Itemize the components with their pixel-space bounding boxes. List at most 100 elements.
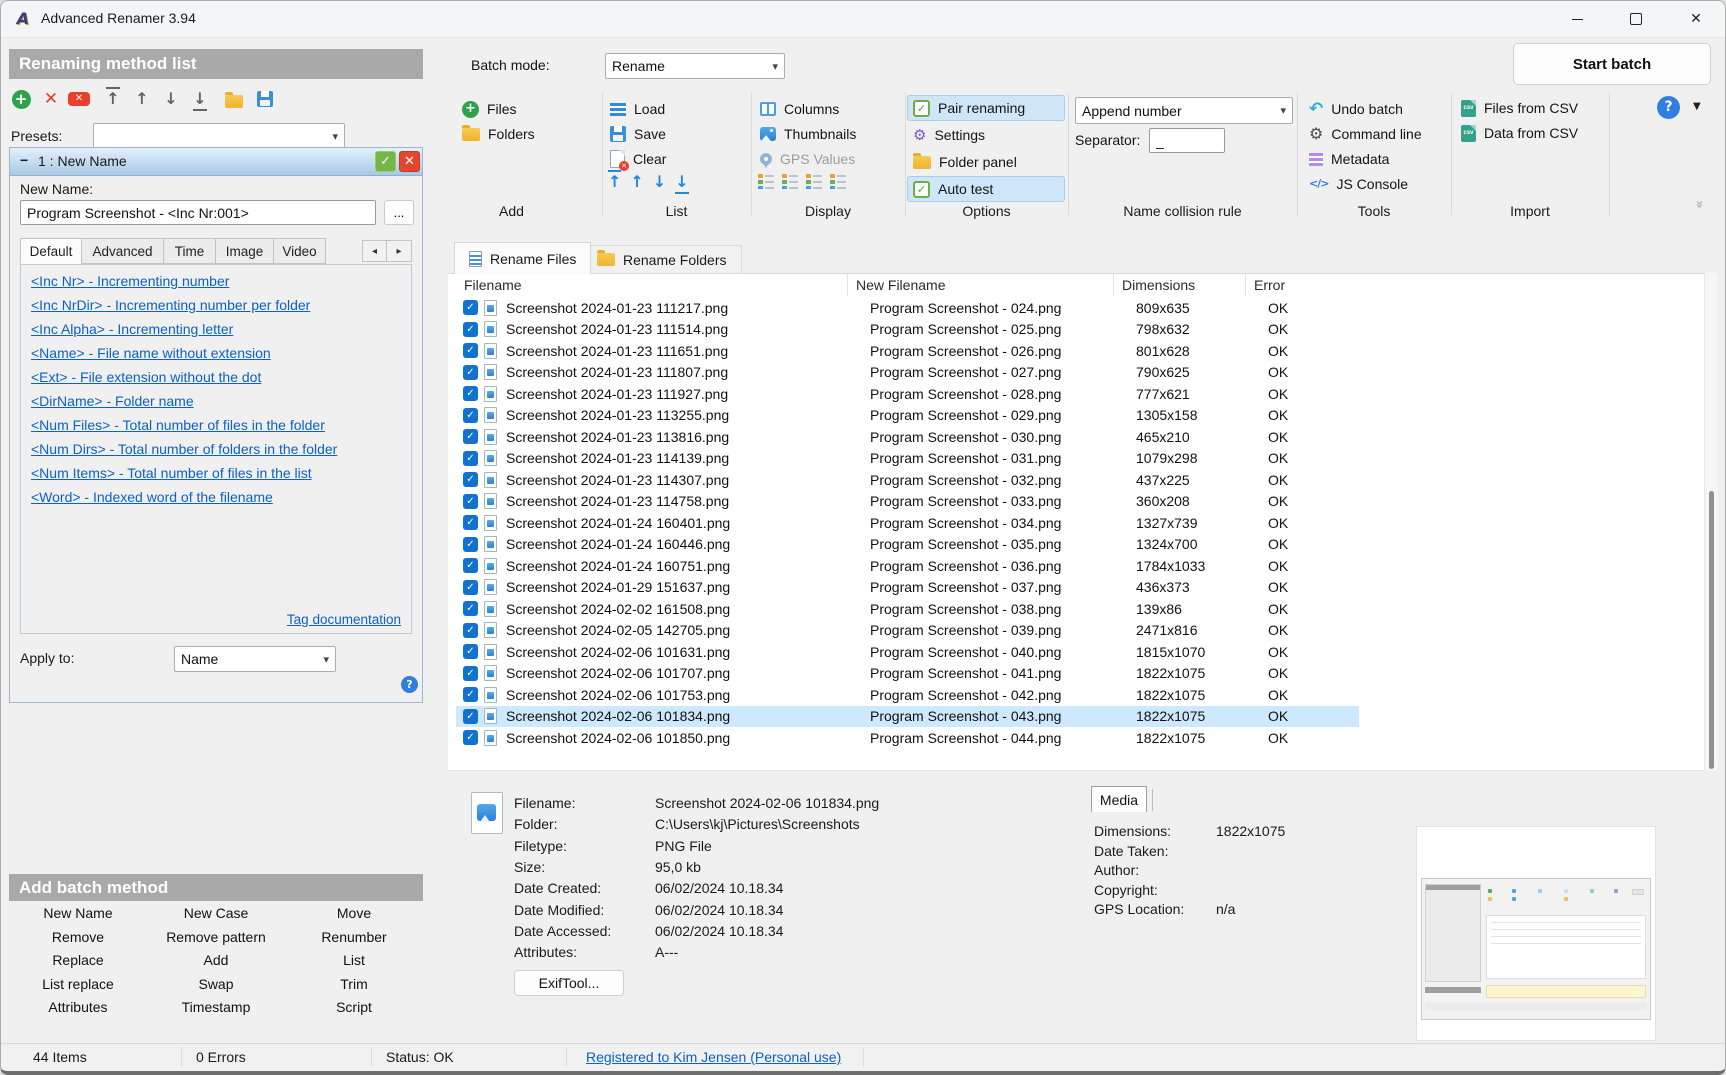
row-checkbox[interactable]: ✓ [463, 300, 478, 315]
batch-method-item[interactable]: Move [285, 903, 423, 927]
data-from-csv-button[interactable]: csvData from CSV [1461, 122, 1578, 144]
row-checkbox[interactable]: ✓ [463, 623, 478, 638]
add-method-button[interactable]: + [9, 87, 33, 111]
maximize-button[interactable] [1613, 1, 1659, 37]
file-row[interactable]: ✓Screenshot 2024-02-02 161508.pngProgram… [456, 598, 1359, 620]
row-checkbox[interactable]: ✓ [463, 515, 478, 530]
file-row[interactable]: ✓Screenshot 2024-02-05 142705.pngProgram… [456, 620, 1359, 642]
new-name-input[interactable] [20, 200, 376, 225]
batch-method-item[interactable]: Timestamp [147, 997, 285, 1021]
batch-method-item[interactable]: Script [285, 997, 423, 1021]
file-row[interactable]: ✓Screenshot 2024-02-06 101834.pngProgram… [456, 706, 1359, 728]
batch-method-item[interactable]: Renumber [285, 927, 423, 951]
row-checkbox[interactable]: ✓ [463, 558, 478, 573]
row-checkbox[interactable]: ✓ [463, 494, 478, 509]
tag-documentation-link[interactable]: Tag documentation [287, 612, 401, 627]
vertical-scrollbar[interactable] [1704, 273, 1718, 771]
clear-methods-button[interactable]: ✕ [67, 87, 91, 111]
tab-rename-files[interactable]: Rename Files [454, 242, 591, 274]
file-row[interactable]: ✓Screenshot 2024-01-23 114139.pngProgram… [456, 448, 1359, 470]
tag-link[interactable]: <Num Items> - Total number of files in t… [31, 465, 411, 482]
method-help-icon[interactable]: ? [401, 676, 418, 693]
file-row[interactable]: ✓Screenshot 2024-01-23 113255.pngProgram… [456, 405, 1359, 427]
batch-method-item[interactable]: Replace [9, 950, 147, 974]
remove-method-button[interactable]: ✕ [39, 87, 63, 111]
row-checkbox[interactable]: ✓ [463, 365, 478, 380]
row-checkbox[interactable]: ✓ [463, 343, 478, 358]
tag-link[interactable]: <Ext> - File extension without the dot [31, 369, 411, 386]
row-checkbox[interactable]: ✓ [463, 709, 478, 724]
file-row[interactable]: ✓Screenshot 2024-02-06 101707.pngProgram… [456, 663, 1359, 685]
undo-batch-button[interactable]: ↶Undo batch [1309, 98, 1403, 120]
columns-button[interactable]: Columns [760, 98, 839, 120]
move-method-bottom-button[interactable]: ↓ [188, 87, 212, 111]
tab-image[interactable]: Image [216, 238, 274, 264]
file-row[interactable]: ✓Screenshot 2024-01-24 160401.pngProgram… [456, 512, 1359, 534]
file-row[interactable]: ✓Screenshot 2024-01-24 160446.pngProgram… [456, 534, 1359, 556]
row-checkbox[interactable]: ✓ [463, 408, 478, 423]
batch-method-item[interactable]: List replace [9, 974, 147, 998]
batch-method-item[interactable]: Swap [147, 974, 285, 998]
file-row[interactable]: ✓Screenshot 2024-02-06 101631.pngProgram… [456, 641, 1359, 663]
tag-picker-button[interactable]: ... [384, 200, 414, 225]
row-checkbox[interactable]: ✓ [463, 644, 478, 659]
tag-link[interactable]: <Inc Nr> - Incrementing number [31, 273, 411, 290]
help-dropdown-icon[interactable]: ▼ [1693, 101, 1701, 112]
separator-input[interactable] [1149, 128, 1225, 153]
metadata-button[interactable]: Metadata [1309, 148, 1389, 170]
settings-button[interactable]: ⚙Settings [913, 124, 985, 146]
batch-method-item[interactable]: Remove [9, 927, 147, 951]
auto-test-toggle[interactable]: ✓Auto test [913, 178, 993, 200]
tab-advanced[interactable]: Advanced [82, 238, 164, 264]
file-row[interactable]: ✓Screenshot 2024-01-23 111217.pngProgram… [456, 297, 1359, 319]
row-checkbox[interactable]: ✓ [463, 429, 478, 444]
load-list-button[interactable]: Load [610, 98, 665, 120]
apply-to-dropdown[interactable]: Name ▾ [174, 646, 336, 672]
clear-list-button[interactable]: ✕Clear [610, 148, 666, 170]
method-enabled-checkbox[interactable]: ✓ [375, 151, 396, 172]
method-header[interactable]: − 1 : New Name ✓ ✕ [10, 148, 422, 176]
row-checkbox[interactable]: ✓ [463, 580, 478, 595]
batch-method-item[interactable]: Add [147, 950, 285, 974]
tag-link[interactable]: <Num Files> - Total number of files in t… [31, 417, 411, 434]
add-files-button[interactable]: +Files [462, 98, 517, 120]
files-from-csv-button[interactable]: csvFiles from CSV [1461, 97, 1578, 119]
row-checkbox[interactable]: ✓ [463, 601, 478, 616]
batch-method-item[interactable]: Remove pattern [147, 927, 285, 951]
move-bottom-icon[interactable]: ↓ [675, 174, 688, 190]
file-row[interactable]: ✓Screenshot 2024-01-23 113816.pngProgram… [456, 426, 1359, 448]
column-header-error[interactable]: Error [1245, 274, 1705, 296]
file-row[interactable]: ✓Screenshot 2024-01-23 111927.pngProgram… [456, 383, 1359, 405]
move-method-up-button[interactable]: ↑ [130, 87, 154, 111]
view-detail-icon[interactable] [758, 173, 775, 189]
command-line-button[interactable]: ⚙Command line [1309, 123, 1422, 145]
batch-method-item[interactable]: Attributes [9, 997, 147, 1021]
row-checkbox[interactable]: ✓ [463, 386, 478, 401]
move-method-down-button[interactable]: ↓ [159, 87, 183, 111]
row-checkbox[interactable]: ✓ [463, 472, 478, 487]
batch-method-item[interactable]: New Case [147, 903, 285, 927]
minimize-button[interactable] [1554, 1, 1600, 37]
column-header-new-filename[interactable]: New Filename [847, 274, 1113, 296]
folder-panel-button[interactable]: Folder panel [913, 151, 1017, 173]
move-down-icon[interactable]: ↓ [653, 174, 666, 190]
column-header-filename[interactable]: Filename [448, 274, 847, 296]
row-checkbox[interactable]: ✓ [463, 537, 478, 552]
file-row[interactable]: ✓Screenshot 2024-01-23 111514.pngProgram… [456, 319, 1359, 341]
tag-link[interactable]: <Num Dirs> - Total number of folders in … [31, 441, 411, 458]
tag-link[interactable]: <DirName> - Folder name [31, 393, 411, 410]
tag-link[interactable]: <Word> - Indexed word of the filename [31, 489, 411, 506]
tag-link[interactable]: <Inc NrDir> - Incrementing number per fo… [31, 297, 411, 314]
file-row[interactable]: ✓Screenshot 2024-01-23 114758.pngProgram… [456, 491, 1359, 513]
batch-method-item[interactable]: New Name [9, 903, 147, 927]
file-row[interactable]: ✓Screenshot 2024-01-23 114307.pngProgram… [456, 469, 1359, 491]
tab-default[interactable]: Default [20, 238, 82, 264]
batch-method-item[interactable]: List [285, 950, 423, 974]
file-row[interactable]: ✓Screenshot 2024-01-24 160751.pngProgram… [456, 555, 1359, 577]
tab-rename-folders[interactable]: Rename Folders [582, 245, 742, 274]
row-checkbox[interactable]: ✓ [463, 730, 478, 745]
close-button[interactable]: ✕ [1673, 1, 1719, 37]
registered-link[interactable]: Registered to Kim Jensen (Personal use) [586, 1049, 841, 1065]
file-row[interactable]: ✓Screenshot 2024-01-23 111651.pngProgram… [456, 340, 1359, 362]
help-icon[interactable]: ? [1657, 96, 1680, 119]
